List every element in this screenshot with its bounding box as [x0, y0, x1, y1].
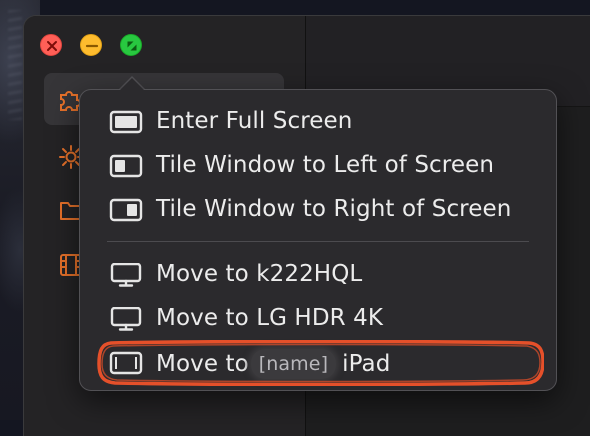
menu-item-label: Move to k222HQL	[156, 261, 363, 287]
display-icon	[110, 307, 142, 331]
menu-item-label: Tile Window to Left of Screen	[156, 152, 495, 178]
display-icon	[110, 263, 142, 287]
ipad-icon	[109, 351, 143, 375]
menu-item-tile-left[interactable]: Tile Window to Left of Screen	[80, 144, 556, 188]
close-window-button[interactable]	[40, 34, 62, 56]
menu-item-label: Enter Full Screen	[156, 108, 353, 134]
fullscreen-arrows-icon	[127, 41, 137, 51]
menu-item-label: Move to [name] iPad	[156, 349, 390, 379]
menu-separator	[107, 241, 529, 242]
menu-item-label: Tile Window to Right of Screen	[156, 196, 512, 222]
fullscreen-window-icon	[109, 110, 143, 134]
minimize-window-button[interactable]	[80, 34, 102, 56]
window-tiling-menu: Enter Full Screen Tile Window to Left of…	[79, 89, 557, 391]
menu-item-label: Move to LG HDR 4K	[156, 305, 384, 331]
menu-item-move-to-display-2[interactable]: Move to LG HDR 4K	[80, 297, 556, 341]
tile-right-icon	[109, 198, 143, 222]
menu-item-move-to-ipad[interactable]: Move to [name] iPad	[80, 341, 556, 385]
ipad-item-suffix: iPad	[342, 351, 391, 377]
redacted-device-name: [name]	[250, 349, 337, 379]
minus-icon	[85, 44, 99, 48]
menu-item-tile-right[interactable]: Tile Window to Right of Screen	[80, 188, 556, 232]
close-x-icon	[47, 41, 57, 51]
menu-item-enter-full-screen[interactable]: Enter Full Screen	[80, 100, 556, 144]
menu-item-move-to-display-1[interactable]: Move to k222HQL	[80, 253, 556, 297]
tile-left-icon	[109, 154, 143, 178]
zoom-window-button[interactable]	[120, 34, 142, 56]
ipad-item-prefix: Move to	[156, 351, 249, 377]
menu-pointer-fill	[119, 78, 145, 91]
